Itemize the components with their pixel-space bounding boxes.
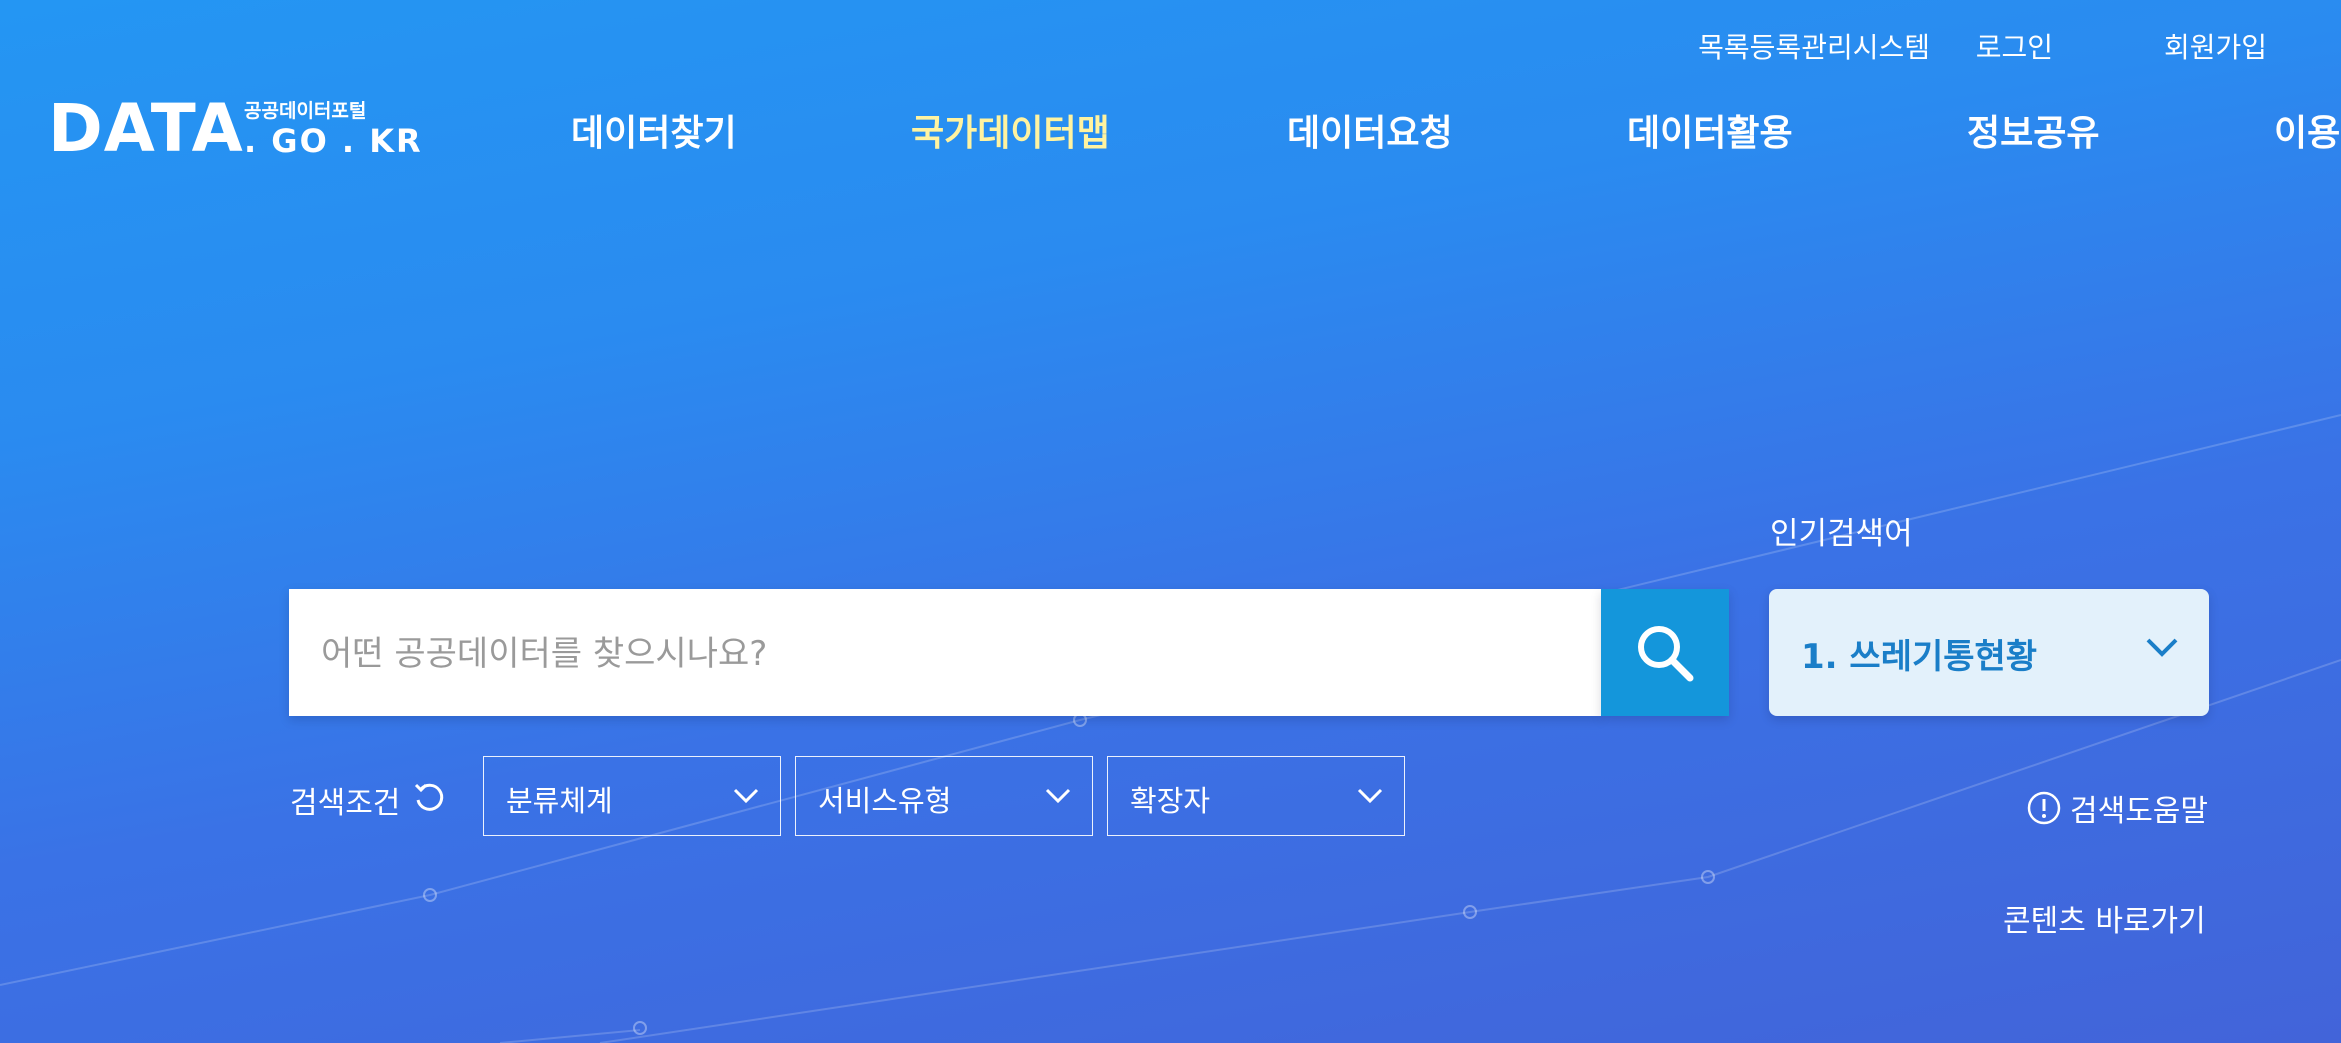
nav-item-find-data[interactable]: 데이터찾기 bbox=[571, 104, 737, 156]
filter-extension-label: 확장자 bbox=[1130, 784, 1211, 818]
nav-item-national-data-map[interactable]: 국가데이터맵 bbox=[911, 104, 1110, 156]
chevron-down-icon bbox=[733, 788, 759, 804]
filter-service-type-select[interactable]: 서비스유형 bbox=[795, 756, 1093, 836]
main-nav: 데이터찾기 국가데이터맵 데이터요청 데이터활용 정보공유 이용 bbox=[0, 104, 2341, 154]
filter-category-select[interactable]: 분류체계 bbox=[483, 756, 781, 836]
info-icon bbox=[2027, 791, 2061, 825]
chevron-down-icon bbox=[1045, 788, 1071, 804]
signup-link[interactable]: 회원가입 bbox=[2164, 26, 2267, 66]
search-box bbox=[289, 589, 1601, 718]
nav-item-data-request[interactable]: 데이터요청 bbox=[1287, 104, 1453, 156]
popular-keyword-current: 1. 쓰레기통현황 bbox=[1801, 637, 2038, 677]
search-help-label: 검색도움말 bbox=[2070, 794, 2208, 829]
refresh-icon[interactable] bbox=[412, 780, 446, 814]
search-input[interactable] bbox=[319, 589, 1583, 718]
chevron-down-icon bbox=[2146, 638, 2178, 657]
popular-keywords-label: 인기검색어 bbox=[1770, 516, 1913, 552]
nav-item-info-share[interactable]: 정보공유 bbox=[1967, 104, 2099, 156]
search-icon bbox=[1638, 625, 1694, 681]
filter-extension-select[interactable]: 확장자 bbox=[1107, 756, 1405, 836]
catalog-system-link[interactable]: 목록등록관리시스템 bbox=[1698, 26, 1930, 66]
search-conditions-label: 검색조건 bbox=[290, 786, 401, 821]
popular-keywords-dropdown[interactable]: 1. 쓰레기통현황 bbox=[1769, 589, 2209, 716]
chevron-down-icon bbox=[1357, 788, 1383, 804]
filter-service-type-label: 서비스유형 bbox=[818, 784, 952, 818]
content-shortcut-link[interactable]: 콘텐츠 바로가기 bbox=[2003, 896, 2206, 940]
filter-category-label: 분류체계 bbox=[506, 784, 613, 818]
login-link[interactable]: 로그인 bbox=[1976, 26, 2053, 66]
nav-item-data-usage[interactable]: 데이터활용 bbox=[1627, 104, 1793, 156]
search-help-link[interactable]: 검색도움말 bbox=[2026, 786, 2208, 830]
nav-item-usage-guide[interactable]: 이용 bbox=[2274, 104, 2340, 156]
search-button[interactable] bbox=[1601, 589, 1729, 716]
